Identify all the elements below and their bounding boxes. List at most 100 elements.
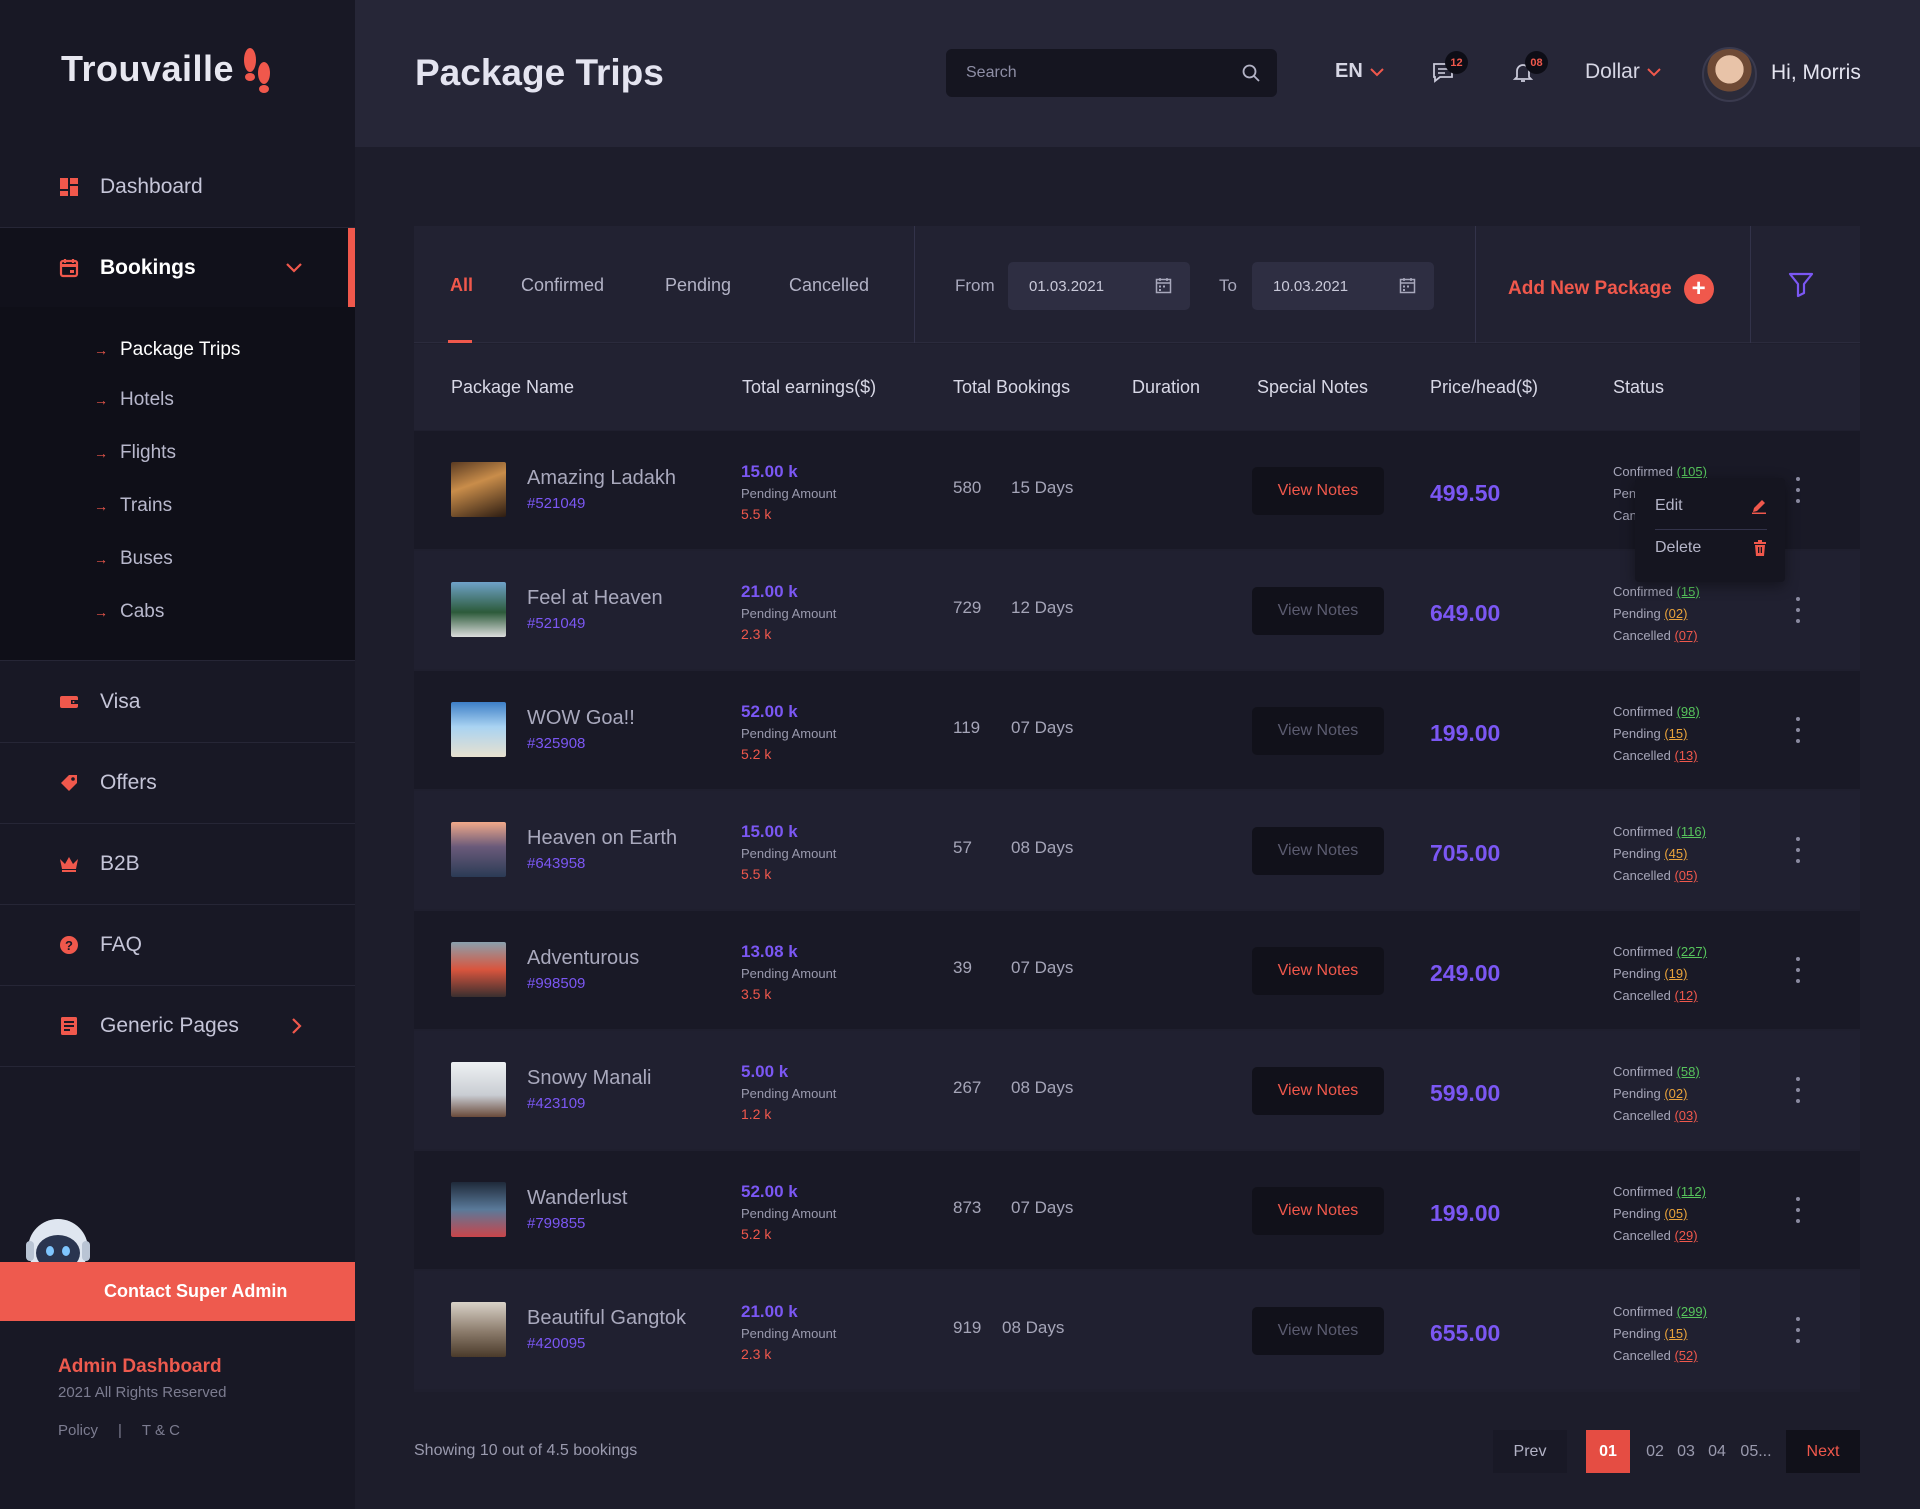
page-button-current[interactable]: 01 bbox=[1586, 1430, 1630, 1473]
table-row[interactable]: Beautiful Gangtok #420095 21.00 k Pending A… bbox=[414, 1271, 1860, 1389]
pending-count[interactable]: (05) bbox=[1664, 1206, 1687, 1221]
tab-pending[interactable]: Pending bbox=[665, 275, 731, 296]
view-notes-button[interactable]: View Notes bbox=[1252, 467, 1384, 515]
column-header[interactable]: Duration bbox=[1132, 377, 1200, 398]
from-date-field[interactable]: 01.03.2021 bbox=[1008, 262, 1190, 310]
user-greeting[interactable]: Hi, Morris bbox=[1771, 61, 1861, 85]
column-header[interactable]: Special Notes bbox=[1257, 377, 1368, 398]
more-options-icon[interactable] bbox=[1793, 1317, 1803, 1343]
sidebar-item-dashboard[interactable]: Dashboard bbox=[0, 147, 355, 228]
column-header[interactable]: Total Bookings bbox=[953, 377, 1070, 398]
confirmed-count[interactable]: (227) bbox=[1677, 944, 1707, 959]
add-new-package-button[interactable]: Add New Package + bbox=[1508, 274, 1714, 304]
package-name[interactable]: WOW Goa!! bbox=[527, 707, 635, 730]
avatar[interactable] bbox=[1702, 47, 1757, 102]
submenu-item-cabs[interactable]: → Cabs bbox=[94, 601, 164, 623]
filter-icon[interactable] bbox=[1787, 270, 1815, 298]
pending-count[interactable]: (15) bbox=[1664, 726, 1687, 741]
prev-page-button[interactable]: Prev bbox=[1493, 1430, 1567, 1473]
sidebar-item-visa[interactable]: Visa bbox=[0, 662, 355, 743]
delete-menu-item[interactable]: Delete bbox=[1655, 539, 1767, 557]
more-options-icon[interactable] bbox=[1793, 957, 1803, 983]
cancelled-count[interactable]: (29) bbox=[1674, 1228, 1697, 1243]
package-thumbnail[interactable] bbox=[451, 942, 506, 997]
package-thumbnail[interactable] bbox=[451, 1302, 506, 1357]
sidebar-item-offers[interactable]: Offers bbox=[0, 743, 355, 824]
cancelled-count[interactable]: (13) bbox=[1674, 748, 1697, 763]
policy-link[interactable]: Policy bbox=[58, 1422, 98, 1439]
package-thumbnail[interactable] bbox=[451, 462, 506, 517]
view-notes-button[interactable]: View Notes bbox=[1252, 1307, 1384, 1355]
confirmed-count[interactable]: (105) bbox=[1677, 464, 1707, 479]
sidebar-item-bookings[interactable]: Bookings bbox=[0, 228, 355, 309]
more-options-icon[interactable] bbox=[1793, 837, 1803, 863]
more-options-icon[interactable] bbox=[1793, 597, 1803, 623]
package-thumbnail[interactable] bbox=[451, 702, 506, 757]
package-name[interactable]: Amazing Ladakh bbox=[527, 467, 676, 490]
page-button[interactable]: 03 bbox=[1671, 1430, 1701, 1473]
terms-link[interactable]: T & C bbox=[142, 1422, 180, 1439]
view-notes-button[interactable]: View Notes bbox=[1252, 707, 1384, 755]
sidebar-item-generic-pages[interactable]: Generic Pages bbox=[0, 986, 355, 1067]
package-name[interactable]: Adventurous bbox=[527, 947, 639, 970]
view-notes-button[interactable]: View Notes bbox=[1252, 1067, 1384, 1115]
contact-super-admin-button[interactable]: Contact Super Admin bbox=[0, 1262, 355, 1321]
tab-cancelled[interactable]: Cancelled bbox=[789, 275, 869, 296]
confirmed-count[interactable]: (15) bbox=[1677, 584, 1700, 599]
page-button[interactable]: 04 bbox=[1702, 1430, 1732, 1473]
cancelled-count[interactable]: (05) bbox=[1674, 868, 1697, 883]
pending-count[interactable]: (15) bbox=[1664, 1326, 1687, 1341]
package-thumbnail[interactable] bbox=[451, 822, 506, 877]
more-options-icon[interactable] bbox=[1793, 1077, 1803, 1103]
confirmed-count[interactable]: (299) bbox=[1677, 1304, 1707, 1319]
cancelled-count[interactable]: (03) bbox=[1674, 1108, 1697, 1123]
confirmed-count[interactable]: (112) bbox=[1677, 1184, 1706, 1199]
confirmed-count[interactable]: (98) bbox=[1677, 704, 1700, 719]
more-options-icon[interactable] bbox=[1793, 717, 1803, 743]
pending-count[interactable]: (19) bbox=[1664, 966, 1687, 981]
messages-button[interactable]: 12 bbox=[1431, 51, 1468, 89]
confirmed-count[interactable]: (116) bbox=[1677, 824, 1706, 839]
cancelled-count[interactable]: (52) bbox=[1674, 1348, 1697, 1363]
search-icon[interactable] bbox=[1241, 63, 1261, 83]
package-thumbnail[interactable] bbox=[451, 582, 506, 637]
sidebar-item-b2b[interactable]: B2B bbox=[0, 824, 355, 905]
package-name[interactable]: Beautiful Gangtok bbox=[527, 1307, 686, 1330]
submenu-item-flights[interactable]: → Flights bbox=[94, 442, 176, 464]
submenu-item-trains[interactable]: → Trains bbox=[94, 495, 172, 517]
submenu-item-package-trips[interactable]: → Package Trips bbox=[94, 339, 240, 361]
view-notes-button[interactable]: View Notes bbox=[1252, 947, 1384, 995]
package-name[interactable]: Feel at Heaven bbox=[527, 587, 663, 610]
more-options-icon[interactable] bbox=[1793, 477, 1803, 503]
submenu-item-buses[interactable]: → Buses bbox=[94, 548, 173, 570]
table-row[interactable]: Heaven on Earth #643958 15.00 k Pending Amo… bbox=[414, 791, 1860, 909]
column-header[interactable]: Package Name bbox=[451, 377, 574, 398]
next-page-button[interactable]: Next bbox=[1786, 1430, 1860, 1473]
tab-all[interactable]: All bbox=[450, 275, 473, 296]
package-thumbnail[interactable] bbox=[451, 1182, 506, 1237]
column-header[interactable]: Status bbox=[1613, 377, 1664, 398]
tab-confirmed[interactable]: Confirmed bbox=[521, 275, 604, 296]
package-name[interactable]: Heaven on Earth bbox=[527, 827, 677, 850]
search-input[interactable]: Search bbox=[946, 49, 1277, 97]
page-button[interactable]: 02 bbox=[1640, 1430, 1670, 1473]
pending-count[interactable]: (45) bbox=[1664, 846, 1687, 861]
to-date-field[interactable]: 10.03.2021 bbox=[1252, 262, 1434, 310]
more-options-icon[interactable] bbox=[1793, 1197, 1803, 1223]
view-notes-button[interactable]: View Notes bbox=[1252, 1187, 1384, 1235]
edit-menu-item[interactable]: Edit bbox=[1655, 497, 1767, 515]
package-name[interactable]: Wanderlust bbox=[527, 1187, 627, 1210]
page-button[interactable]: 05... bbox=[1738, 1430, 1774, 1473]
package-name[interactable]: Snowy Manali bbox=[527, 1067, 652, 1090]
currency-selector[interactable]: Dollar bbox=[1585, 60, 1662, 84]
language-selector[interactable]: EN bbox=[1335, 60, 1385, 83]
column-header[interactable]: Price/head($) bbox=[1430, 377, 1538, 398]
table-row[interactable]: Adventurous #998509 13.08 k Pending Amount 3… bbox=[414, 911, 1860, 1029]
notifications-button[interactable]: 08 bbox=[1511, 51, 1548, 89]
view-notes-button[interactable]: View Notes bbox=[1252, 827, 1384, 875]
pending-count[interactable]: (02) bbox=[1664, 1086, 1687, 1101]
submenu-item-hotels[interactable]: → Hotels bbox=[94, 389, 174, 411]
brand-logo[interactable]: Trouvaille bbox=[61, 48, 274, 94]
cancelled-count[interactable]: (07) bbox=[1674, 628, 1697, 643]
view-notes-button[interactable]: View Notes bbox=[1252, 587, 1384, 635]
